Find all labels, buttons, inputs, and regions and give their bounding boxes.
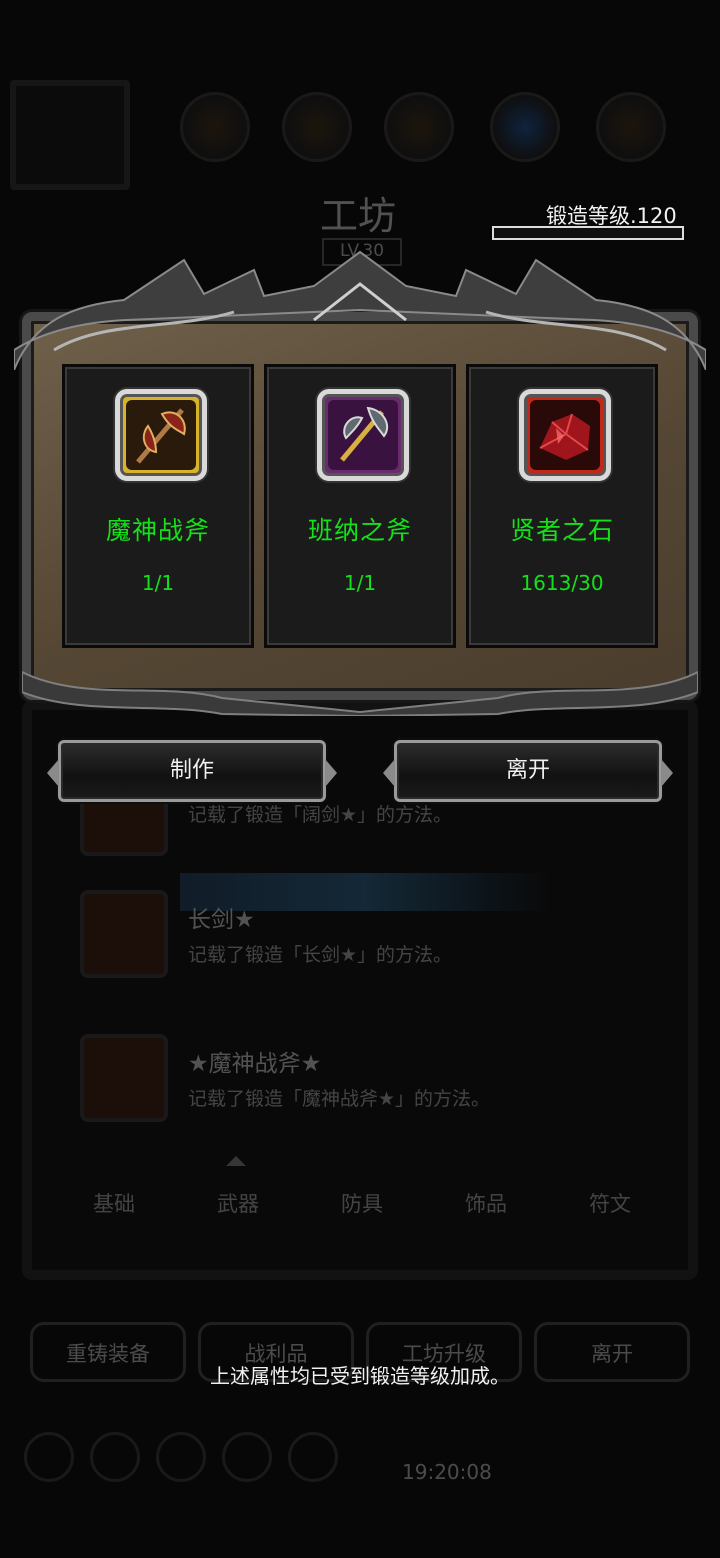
longsword-icon <box>80 890 168 978</box>
spike-ornament <box>47 759 59 787</box>
menu-circle-icon <box>180 92 250 162</box>
material-count: 1/1 <box>343 571 377 595</box>
spike-ornament <box>661 759 673 787</box>
material-name: 班纳之斧 <box>307 516 412 545</box>
material-slot[interactable]: 贤者之石 1613/30 <box>466 364 658 648</box>
recipe-desc: 记载了锻造「长剑★」的方法。 <box>188 944 453 966</box>
recipe-desc: 记载了锻造「阔剑★」的方法。 <box>188 804 453 826</box>
demon-axe-icon <box>115 389 207 481</box>
spike-ornament <box>383 759 395 787</box>
menu-circle-icon <box>490 92 560 162</box>
material-slot[interactable]: 魔神战斧 1/1 <box>62 364 254 648</box>
workshop-title: 工坊 <box>320 194 397 238</box>
leave-button[interactable]: 离开 <box>383 740 673 802</box>
tab-basic: 基础 <box>93 1192 135 1216</box>
menu-circle-icon <box>384 92 454 162</box>
demon-axe-icon <box>80 1034 168 1122</box>
nav-circle-icon <box>288 1432 338 1482</box>
tab-runes: 符文 <box>589 1192 631 1216</box>
craft-button[interactable]: 制作 <box>47 740 337 802</box>
leave-button-label: 离开 <box>505 758 550 783</box>
game-clock: 19:20:08 <box>402 1460 492 1484</box>
recipe-name: ★魔神战斧★ <box>188 1051 322 1077</box>
dialog-ornament <box>14 250 706 370</box>
dialog-bottom-ornament <box>22 670 698 716</box>
nav-circle-icon <box>156 1432 206 1482</box>
tab-indicator <box>226 1156 246 1166</box>
forge-level-progress-bar <box>492 226 684 240</box>
material-count: 1613/30 <box>520 571 604 595</box>
list-item: ★魔神战斧★ 记载了锻造「魔神战斧★」的方法。 <box>80 1034 640 1124</box>
material-count: 1/1 <box>141 571 175 595</box>
material-name: 魔神战斧 <box>105 516 210 545</box>
player-portrait <box>10 80 130 190</box>
recipe-desc: 记载了锻造「魔神战斧★」的方法。 <box>188 1088 491 1110</box>
material-name: 贤者之石 <box>509 516 614 545</box>
banna-axe-icon <box>317 389 409 481</box>
list-item: 长剑★ 记载了锻造「长剑★」的方法。 <box>80 890 640 980</box>
sage-stone-icon <box>519 389 611 481</box>
material-slot[interactable]: 班纳之斧 1/1 <box>264 364 456 648</box>
craft-button-label: 制作 <box>169 758 214 783</box>
toast-message: 上述属性均已受到锻造等级加成。 <box>210 1364 510 1388</box>
tab-armor: 防具 <box>341 1192 383 1216</box>
nav-circle-icon <box>24 1432 74 1482</box>
spike-ornament <box>325 759 337 787</box>
nav-circle-icon <box>90 1432 140 1482</box>
tab-accessories: 饰品 <box>465 1192 507 1216</box>
nav-circle-icon <box>222 1432 272 1482</box>
menu-circle-icon <box>282 92 352 162</box>
category-tabs: 基础 武器 防具 饰品 符文 <box>52 1188 672 1228</box>
recipe-name: 长剑★ <box>188 907 255 933</box>
menu-circle-icon <box>596 92 666 162</box>
tab-weapons: 武器 <box>217 1192 259 1216</box>
